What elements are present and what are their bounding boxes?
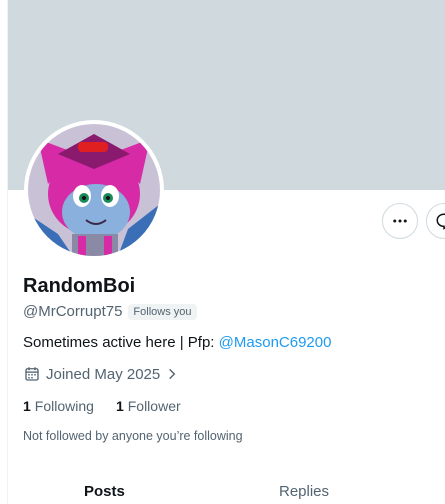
- following-label: Following: [34, 398, 94, 414]
- message-button[interactable]: [426, 203, 445, 239]
- bio-mention-link[interactable]: @MasonC69200: [219, 334, 332, 351]
- more-horizontal-icon: [393, 219, 407, 223]
- chevron-right-icon: [169, 368, 176, 380]
- handle-row: @MrCorrupt75 Follows you: [23, 303, 197, 320]
- user-handle: @MrCorrupt75: [23, 303, 123, 320]
- follows-you-badge: Follows you: [128, 303, 197, 320]
- joined-date[interactable]: Joined May 2025: [23, 365, 179, 383]
- avatar[interactable]: [24, 120, 164, 260]
- profile-tabs: Posts Replies: [8, 478, 445, 504]
- followers-count: 1: [115, 398, 124, 414]
- followers-label: Follower: [127, 398, 181, 414]
- joined-text: Joined May 2025: [46, 365, 161, 383]
- follow-stats: 1 Following 1 Follower: [23, 398, 181, 414]
- calendar-icon: [25, 367, 39, 381]
- tab-replies[interactable]: Replies: [279, 483, 329, 500]
- followers-link[interactable]: 1 Follower: [116, 398, 181, 414]
- avatar-image: [28, 124, 160, 256]
- bio-text: Sometimes active here | Pfp:: [23, 334, 219, 351]
- message-icon: [436, 213, 445, 230]
- display-name: RandomBoi: [23, 275, 136, 297]
- more-options-button[interactable]: [382, 203, 418, 239]
- bio: Sometimes active here | Pfp: @MasonC6920…: [23, 334, 331, 351]
- following-link[interactable]: 1 Following: [23, 398, 94, 414]
- not-followed-note: Not followed by anyone you’re following: [23, 429, 243, 443]
- following-count: 1: [23, 398, 31, 414]
- tab-posts[interactable]: Posts: [84, 483, 125, 500]
